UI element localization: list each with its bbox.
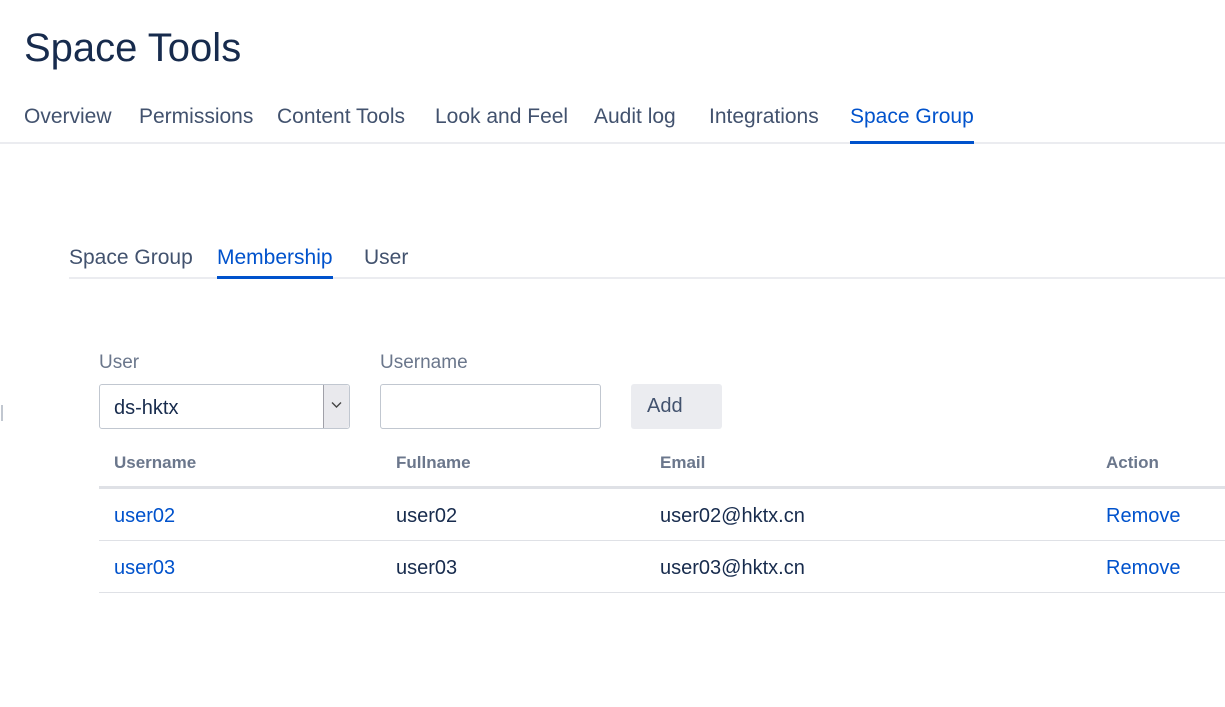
username-input[interactable] <box>380 384 601 429</box>
tab-content-tools[interactable]: Content Tools <box>277 100 405 144</box>
remove-link[interactable]: Remove <box>1106 503 1180 529</box>
tab-audit-log[interactable]: Audit log <box>594 100 676 144</box>
username-field-label: Username <box>380 352 468 373</box>
user-select[interactable]: ds-hktx <box>99 384 350 429</box>
username-link[interactable]: user02 <box>114 503 175 529</box>
header-email: Email <box>660 453 706 472</box>
select-dropdown-button[interactable] <box>323 385 349 428</box>
user-select-value: ds-hktx <box>114 397 179 419</box>
email-cell: user03@hktx.cn <box>660 557 805 579</box>
subtab-user[interactable]: User <box>364 241 408 279</box>
table-row: user03 user03 user03@hktx.cn Remove <box>99 541 1225 593</box>
add-button[interactable]: Add <box>631 384 722 429</box>
tab-overview[interactable]: Overview <box>24 100 112 144</box>
email-cell: user02@hktx.cn <box>660 505 805 527</box>
membership-table: Username Fullname Email Action user02 us… <box>99 440 1225 593</box>
tab-permissions[interactable]: Permissions <box>139 100 253 144</box>
fullname-cell: user02 <box>396 505 458 527</box>
user-field-label: User <box>99 352 140 373</box>
edge-marker <box>1 405 3 421</box>
chevron-down-icon <box>331 402 342 408</box>
header-fullname: Fullname <box>396 453 471 472</box>
sub-tab-bar: Space Group Membership User <box>69 241 1225 279</box>
header-username: Username <box>114 453 197 472</box>
tab-space-group[interactable]: Space Group <box>850 100 974 144</box>
fullname-cell: user03 <box>396 557 458 579</box>
remove-link[interactable]: Remove <box>1106 555 1180 581</box>
table-header: Username Fullname Email Action <box>99 440 1225 489</box>
tab-look-and-feel[interactable]: Look and Feel <box>435 100 568 144</box>
page-title: Space Tools <box>24 26 242 70</box>
subtab-membership[interactable]: Membership <box>217 241 333 279</box>
header-action: Action <box>1106 453 1159 472</box>
main-tab-bar: Overview Permissions Content Tools Look … <box>0 100 1225 144</box>
tab-integrations[interactable]: Integrations <box>709 100 819 144</box>
subtab-space-group[interactable]: Space Group <box>69 241 193 279</box>
table-row: user02 user02 user02@hktx.cn Remove <box>99 489 1225 541</box>
username-link[interactable]: user03 <box>114 555 175 581</box>
